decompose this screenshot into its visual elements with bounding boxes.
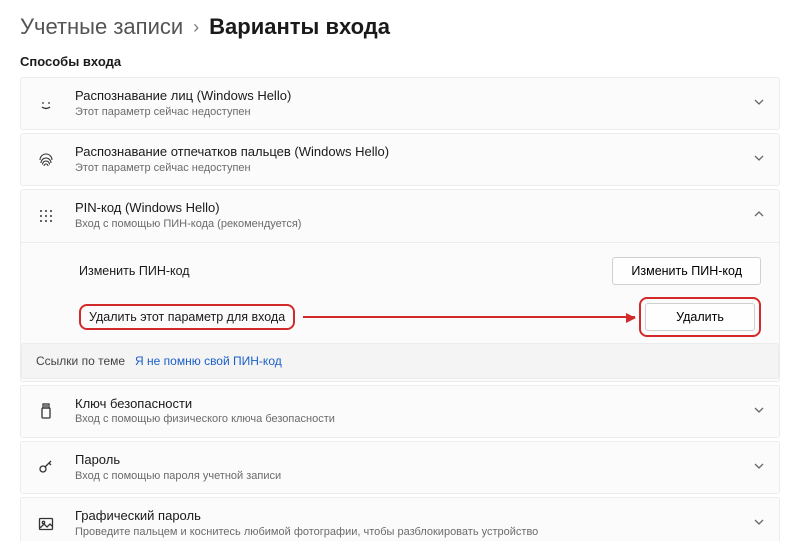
related-links-label: Ссылки по теме: [36, 354, 125, 368]
option-face-recognition[interactable]: Распознавание лиц (Windows Hello) Этот п…: [20, 77, 780, 130]
annotation-highlight: Удалить: [639, 297, 761, 337]
key-icon: [35, 458, 57, 476]
annotation-highlight: Удалить этот параметр для входа: [79, 304, 295, 330]
face-icon: [35, 95, 57, 113]
remove-pin-button[interactable]: Удалить: [645, 303, 755, 331]
section-heading: Способы входа: [20, 54, 780, 69]
option-password[interactable]: Пароль Вход с помощью пароля учетной зап…: [20, 441, 780, 494]
forgot-pin-link[interactable]: Я не помню свой ПИН-код: [135, 354, 282, 368]
option-fingerprint[interactable]: Распознавание отпечатков пальцев (Window…: [20, 133, 780, 186]
chevron-down-icon: [753, 404, 765, 419]
chevron-down-icon: [753, 460, 765, 475]
breadcrumb-parent[interactable]: Учетные записи: [20, 14, 183, 40]
pin-remove-label: Удалить этот параметр для входа: [89, 310, 285, 324]
change-pin-button[interactable]: Изменить ПИН-код: [612, 257, 761, 285]
pin-change-row: Изменить ПИН-код Изменить ПИН-код: [21, 249, 779, 293]
chevron-down-icon: [753, 152, 765, 167]
option-title: PIN-код (Windows Hello): [75, 200, 753, 217]
option-subtitle: Этот параметр сейчас недоступен: [75, 161, 753, 175]
breadcrumb: Учетные записи › Варианты входа: [20, 14, 780, 40]
option-security-key[interactable]: Ключ безопасности Вход с помощью физичес…: [20, 385, 780, 438]
option-subtitle: Проведите пальцем и коснитесь любимой фо…: [75, 525, 753, 539]
option-title: Ключ безопасности: [75, 396, 753, 413]
page-title: Варианты входа: [209, 14, 390, 40]
chevron-down-icon: [753, 96, 765, 111]
option-title: Пароль: [75, 452, 753, 469]
chevron-right-icon: ›: [193, 17, 199, 38]
option-subtitle: Вход с помощью ПИН-кода (рекомендуется): [75, 217, 753, 231]
annotation-arrow: [303, 316, 635, 318]
option-title: Графический пароль: [75, 508, 753, 525]
pin-change-label: Изменить ПИН-код: [79, 264, 190, 278]
option-title: Распознавание отпечатков пальцев (Window…: [75, 144, 753, 161]
usb-key-icon: [35, 402, 57, 420]
option-subtitle: Вход с помощью физического ключа безопас…: [75, 412, 753, 426]
pin-expanded-panel: Изменить ПИН-код Изменить ПИН-код Удалит…: [20, 243, 780, 382]
option-title: Распознавание лиц (Windows Hello): [75, 88, 753, 105]
option-pin[interactable]: PIN-код (Windows Hello) Вход с помощью П…: [20, 189, 780, 242]
option-picture-password[interactable]: Графический пароль Проведите пальцем и к…: [20, 497, 780, 541]
chevron-up-icon: [753, 208, 765, 223]
related-links-row: Ссылки по теме Я не помню свой ПИН-код: [21, 343, 779, 379]
picture-icon: [35, 515, 57, 533]
fingerprint-icon: [35, 151, 57, 169]
pin-pad-icon: [35, 207, 57, 225]
chevron-down-icon: [753, 516, 765, 531]
pin-remove-row: Удалить этот параметр для входа Удалить: [21, 293, 779, 341]
option-subtitle: Этот параметр сейчас недоступен: [75, 105, 753, 119]
option-subtitle: Вход с помощью пароля учетной записи: [75, 469, 753, 483]
